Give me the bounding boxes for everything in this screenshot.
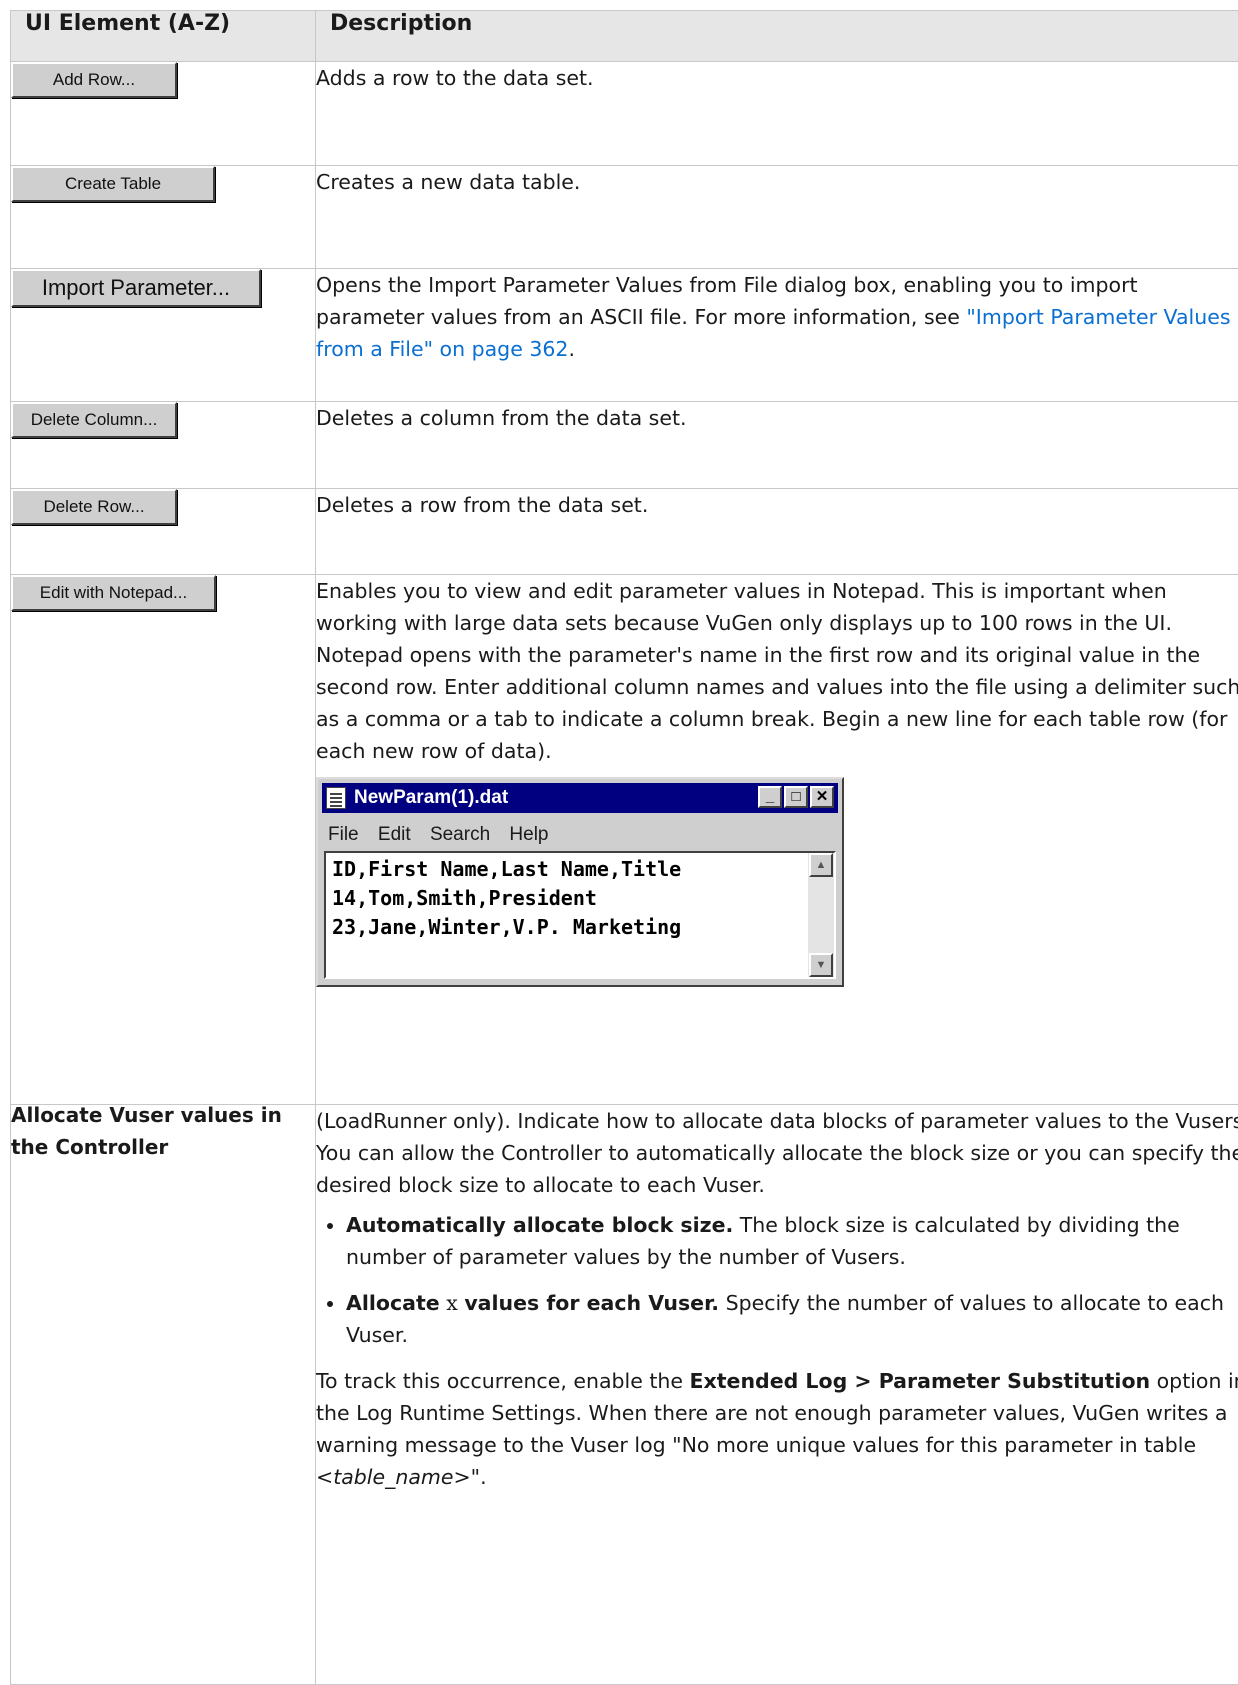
allocate-label: Allocate Vuser values in the Controller [11, 1099, 315, 1163]
allocate-tracking-note: To track this occurrence, enable the Ext… [316, 1365, 1238, 1493]
table-row: Delete Column... Deletes a column from t… [11, 402, 1238, 489]
edit-notepad-description-1: Enables you to view and edit parameter v… [316, 575, 1238, 639]
minimize-icon[interactable]: _ [758, 786, 782, 808]
notepad-line: 14,Tom,Smith,President [332, 884, 681, 913]
delete-column-button[interactable]: Delete Column... [11, 402, 177, 438]
header-description: Description [316, 11, 1238, 62]
create-table-description: Creates a new data table. [316, 166, 1238, 198]
notepad-text-area[interactable]: ID,First Name,Last Name,Title14,Tom,Smit… [324, 851, 836, 979]
notepad-title: NewParam(1).dat [354, 787, 508, 808]
allocate-options-list: Automatically allocate block size. The b… [316, 1209, 1238, 1351]
menu-search[interactable]: Search [430, 824, 490, 845]
menu-file[interactable]: File [328, 824, 359, 845]
notepad-document-icon [326, 787, 346, 809]
header-ui-element: UI Element (A-Z) [11, 11, 316, 62]
notepad-title-bar: NewParam(1).dat _ □ ✕ [322, 783, 838, 813]
edit-with-notepad-button[interactable]: Edit with Notepad... [11, 575, 216, 611]
delete-column-description: Deletes a column from the data set. [316, 402, 1238, 434]
ui-elements-table: UI Element (A-Z) Description Add Row... … [10, 10, 1238, 1685]
table-row: Delete Row... Deletes a row from the dat… [11, 489, 1238, 575]
menu-edit[interactable]: Edit [378, 824, 411, 845]
notepad-menu-bar: File Edit Search Help [328, 819, 563, 851]
table-row: Allocate Vuser values in the Controller … [11, 1105, 1238, 1685]
notepad-line: 23,Jane,Winter,V.P. Marketing [332, 913, 681, 942]
maximize-icon[interactable]: □ [784, 786, 808, 808]
scroll-up-icon[interactable]: ▲ [809, 853, 833, 877]
close-icon[interactable]: ✕ [810, 786, 834, 808]
list-item: Automatically allocate block size. The b… [346, 1209, 1238, 1273]
table-row: Create Table Creates a new data table. [11, 166, 1238, 269]
edit-notepad-description-2: Notepad opens with the parameter's name … [316, 639, 1238, 767]
import-parameter-button[interactable]: Import Parameter... [11, 269, 261, 307]
list-item: Allocate x values for each Vuser. Specif… [346, 1287, 1238, 1351]
import-parameter-description: Opens the Import Parameter Values from F… [316, 269, 1238, 365]
add-row-description: Adds a row to the data set. [316, 62, 1238, 94]
delete-row-button[interactable]: Delete Row... [11, 489, 177, 525]
notepad-scrollbar[interactable]: ▲ ▼ [808, 853, 834, 977]
table-header-row: UI Element (A-Z) Description [11, 11, 1238, 62]
table-row: Edit with Notepad... Enables you to view… [11, 575, 1238, 1105]
allocate-intro: (LoadRunner only). Indicate how to alloc… [316, 1105, 1238, 1201]
notepad-line: ID,First Name,Last Name,Title [332, 855, 681, 884]
table-row: Import Parameter... Opens the Import Par… [11, 269, 1238, 402]
menu-help[interactable]: Help [509, 824, 548, 845]
notepad-window: NewParam(1).dat _ □ ✕ File Edit Search H… [316, 777, 844, 987]
create-table-button[interactable]: Create Table [11, 166, 215, 202]
add-row-button[interactable]: Add Row... [11, 62, 177, 98]
notepad-text: ID,First Name,Last Name,Title14,Tom,Smit… [332, 855, 681, 942]
scroll-down-icon[interactable]: ▼ [809, 953, 833, 977]
delete-row-description: Deletes a row from the data set. [316, 489, 1238, 521]
table-row: Add Row... Adds a row to the data set. [11, 62, 1238, 166]
